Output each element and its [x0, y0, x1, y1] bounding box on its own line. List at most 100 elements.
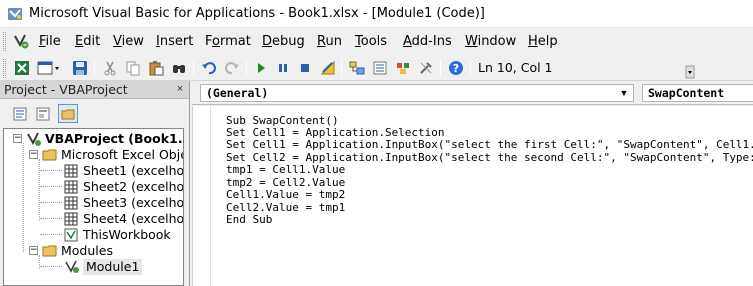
code-line[interactable]: tmp1 = Cell1.Value	[226, 163, 345, 176]
object-browser-button[interactable]	[393, 58, 413, 78]
procedure-dropdown[interactable]: SwapContent	[642, 84, 753, 102]
object-dropdown[interactable]: (General) ▼	[200, 84, 634, 102]
object-browser-icon	[397, 63, 409, 74]
code-line[interactable]: End Sub	[226, 213, 272, 226]
workbook-icon	[64, 228, 78, 242]
toolbar-separator	[341, 59, 342, 77]
vba-editor-window: Microsoft Visual Basic for Applications …	[0, 0, 753, 286]
save-button[interactable]	[70, 58, 90, 78]
tree-label-sheet3: Sheet3 (excelhow)	[83, 195, 184, 210]
redo-button[interactable]	[222, 58, 242, 78]
chevron-down-icon[interactable]: ▼	[618, 86, 630, 100]
break-button[interactable]	[273, 58, 293, 78]
help-icon: ?	[449, 61, 463, 75]
cut-icon	[104, 61, 116, 76]
close-icon[interactable]: ×	[174, 83, 186, 96]
toolbar-separator	[470, 59, 471, 77]
collapse-icon[interactable]: −	[13, 134, 22, 143]
menu-insert[interactable]: Insert	[156, 33, 193, 50]
menu-tools[interactable]: Tools	[355, 33, 387, 50]
project-explorer-panel: Project - VBAProject × − VBAProject (Boo…	[0, 81, 190, 286]
design-mode-button[interactable]	[318, 58, 338, 78]
tree-item-vbaproject[interactable]: − VBAProject (Book1.xlsx)	[6, 131, 183, 147]
tree-item-module1[interactable]: Module1	[6, 259, 183, 275]
view-excel-button[interactable]	[12, 58, 32, 78]
tree-label-sheet4: Sheet4 (excelhow)	[83, 211, 184, 226]
collapse-icon[interactable]: −	[29, 150, 38, 159]
menu-run[interactable]: Run	[317, 33, 342, 50]
project-panel-title: Project - VBAProject	[4, 82, 128, 97]
toolbar-overflow-chevron-icon[interactable]	[685, 65, 695, 79]
menu-view[interactable]: View	[113, 33, 144, 50]
toggle-folders-button[interactable]	[58, 104, 78, 123]
copy-button[interactable]	[123, 58, 143, 78]
save-icon	[73, 61, 87, 75]
tree-item-sheet4[interactable]: Sheet4 (excelhow)	[6, 211, 184, 227]
toolbar-separator	[440, 59, 441, 77]
project-tree: − VBAProject (Book1.xlsx) − Microsoft Ex…	[3, 128, 184, 286]
tree-item-modules[interactable]: − Modules	[6, 243, 183, 259]
menu-debug[interactable]: Debug	[262, 33, 305, 50]
tree-label-thisworkbook: ThisWorkbook	[83, 227, 171, 242]
folder-open-icon	[42, 245, 57, 257]
menu-add-ins[interactable]: Add-Ins	[403, 33, 452, 50]
tree-item-excel-objects[interactable]: − Microsoft Excel Objects	[6, 147, 183, 163]
folder-icon	[61, 109, 75, 119]
cut-button[interactable]	[100, 58, 120, 78]
run-icon	[258, 63, 265, 73]
code-margin[interactable]	[193, 106, 211, 286]
window-title: Microsoft Visual Basic for Applications …	[29, 6, 485, 21]
menu-grip[interactable]	[3, 32, 6, 51]
insert-userform-icon	[37, 61, 59, 75]
folder-open-icon	[42, 149, 57, 161]
reset-icon	[301, 64, 309, 72]
tree-item-sheet3[interactable]: Sheet3 (excelhow)	[6, 195, 184, 211]
insert-userform-button[interactable]	[36, 58, 62, 78]
paste-button[interactable]	[146, 58, 166, 78]
toolbar-separator	[246, 59, 247, 77]
find-icon	[173, 65, 185, 73]
properties-icon	[373, 61, 387, 75]
tree-label-module1: Module1	[83, 259, 143, 275]
code-line[interactable]: Cell1.Value = tmp2	[226, 188, 345, 201]
view-object-icon	[36, 107, 50, 120]
copy-icon	[126, 61, 140, 76]
project-explorer-button[interactable]	[347, 58, 367, 78]
menu-format[interactable]: Format	[205, 33, 251, 50]
code-editor[interactable]: Sub SwapContent() Set Cell1 = Applicatio…	[192, 106, 753, 286]
reset-button[interactable]	[295, 58, 315, 78]
menu-window[interactable]: Window	[465, 33, 516, 50]
tree-item-sheet1[interactable]: Sheet1 (excelhow)	[6, 163, 184, 179]
tree-item-sheet2[interactable]: Sheet2 (excelhow)	[6, 179, 184, 195]
object-dropdown-value: (General)	[206, 86, 269, 100]
code-line[interactable]: Set Cell1 = Application.InputBox("select…	[226, 138, 753, 151]
help-button[interactable]: ?	[446, 58, 466, 78]
vba-project-icon[interactable]	[13, 33, 30, 50]
menu-help[interactable]: Help	[528, 33, 558, 50]
menu-file[interactable]: File	[39, 33, 61, 50]
code-window-header: (General) ▼ SwapContent	[192, 81, 753, 105]
view-code-button[interactable]	[10, 104, 30, 123]
run-button[interactable]	[251, 58, 271, 78]
toolbar-separator	[193, 59, 194, 77]
toolbar-grip[interactable]	[3, 59, 6, 78]
cursor-position-status: Ln 10, Col 1	[478, 60, 553, 75]
menu-edit[interactable]: Edit	[75, 33, 100, 50]
worksheet-icon	[64, 180, 78, 194]
tree-label-sheet1: Sheet1 (excelhow)	[83, 163, 184, 178]
tree-item-thisworkbook[interactable]: ThisWorkbook	[6, 227, 183, 243]
menu-bar: File Edit View Insert Format Debug Run T…	[0, 28, 753, 55]
toolbox-icon	[420, 62, 432, 74]
toolbox-button[interactable]	[416, 58, 436, 78]
project-panel-toolbar	[0, 100, 189, 126]
properties-button[interactable]	[370, 58, 390, 78]
project-explorer-icon	[349, 61, 365, 75]
view-excel-icon	[15, 61, 29, 75]
tree-label-sheet2: Sheet2 (excelhow)	[83, 179, 184, 194]
view-object-button[interactable]	[33, 104, 53, 123]
find-button[interactable]	[169, 58, 189, 78]
undo-button[interactable]	[199, 58, 219, 78]
vba-project-icon	[27, 132, 41, 146]
collapse-icon[interactable]: −	[29, 246, 38, 255]
toolbar-separator	[94, 59, 95, 77]
